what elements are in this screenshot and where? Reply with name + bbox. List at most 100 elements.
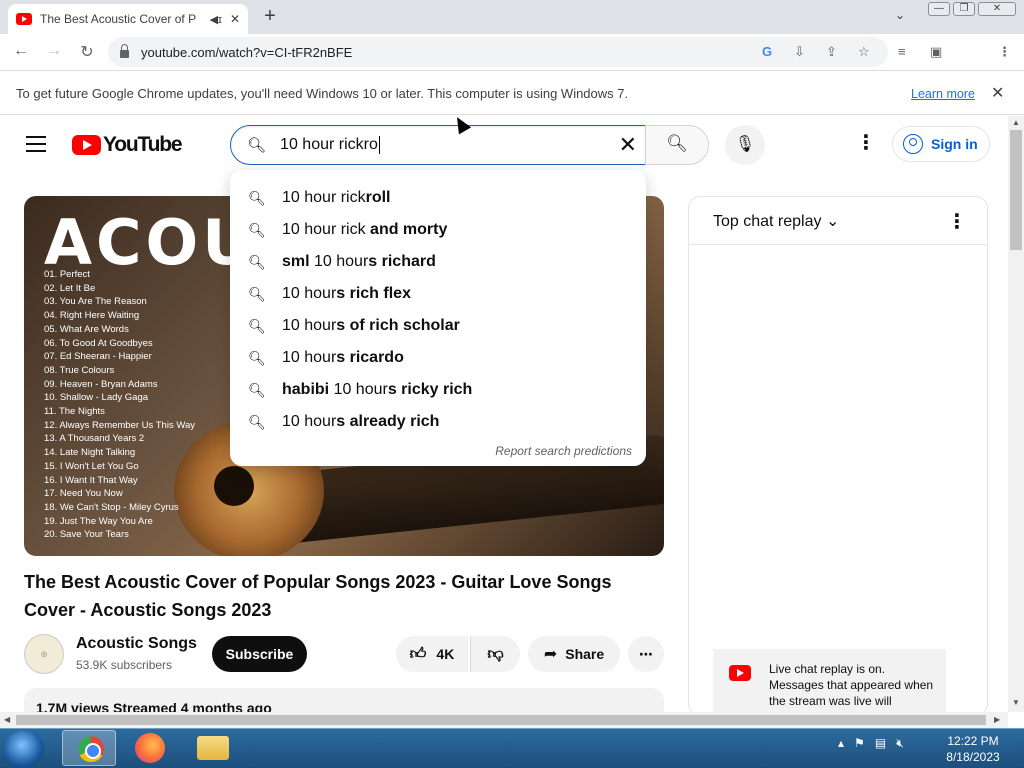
share-button[interactable]: ➦ Share [528, 636, 620, 672]
chat-menu-kebab-icon[interactable]: ⋮ [947, 209, 967, 234]
volume-muted-icon[interactable]: 🔇︎ [896, 736, 904, 750]
suggestion-item[interactable]: 🔍︎ 10 hour s rich flex [230, 278, 646, 310]
clock-time: 12:22 PM [947, 734, 999, 748]
scroll-up-icon[interactable]: ▲ [1012, 118, 1020, 127]
firefox-icon[interactable] [135, 733, 165, 763]
new-tab-button[interactable]: + [258, 5, 282, 29]
suggestion-item[interactable]: 🔍︎ habibi 10 hour s ricky rich [230, 374, 646, 406]
close-window-button[interactable]: ✕ [978, 2, 1016, 16]
account-icon [903, 134, 923, 154]
reload-button[interactable]: ↻ [76, 42, 98, 62]
suggestion-item[interactable]: 🔍︎ sml 10 hour s richard [230, 246, 646, 278]
subscriber-count: 53.9K subscribers [76, 658, 173, 672]
close-tab-icon[interactable]: ✕ [230, 12, 240, 26]
suggestion-item[interactable]: 🔍︎ 10 hour rick roll [230, 182, 646, 214]
search-icon: 🔍︎ [248, 253, 266, 270]
youtube-page: YouTube 🔍︎ 10 hour rickro ✕ 🔍︎ 🎙 ⋮ Sign … [0, 116, 1008, 712]
close-infobar-icon[interactable]: ✕ [991, 83, 1004, 103]
track-item: 20. Save Your Tears [44, 529, 129, 541]
thumbs-down-icon: 👎︎ [487, 645, 504, 663]
search-icon: 🔍︎ [248, 413, 266, 430]
search-icon: 🔍︎ [248, 381, 266, 398]
suggestion-item[interactable]: 🔍︎ 10 hour rick and morty [230, 214, 646, 246]
tab-search-chevron-icon[interactable]: ⌄ [895, 8, 905, 22]
speaker-icon[interactable]: ◀ɪ [210, 13, 222, 26]
infobar-message: To get future Google Chrome updates, you… [16, 86, 629, 101]
suggestion-item[interactable]: 🔍︎ 10 hour s of rich scholar [230, 310, 646, 342]
chat-header[interactable]: Top chat replay ⌄ [689, 197, 987, 245]
taskbar-clock[interactable]: 12:22 PM 8/18/2023 [935, 733, 1011, 765]
suggestion-completion: s rich flex [336, 285, 411, 302]
scroll-right-icon[interactable]: ▶ [994, 715, 1000, 724]
network-icon[interactable]: ▤ [875, 736, 886, 750]
suggestion-completion: s already rich [336, 413, 440, 430]
track-item: 16. I Want It That Way [44, 474, 138, 486]
track-item: 06. To Good At Goodbyes [44, 337, 153, 349]
clock-date: 8/18/2023 [946, 750, 1000, 764]
browser-tab[interactable]: The Best Acoustic Cover of P ◀ɪ ✕ [8, 4, 248, 34]
chat-mode-label[interactable]: Top chat replay [713, 213, 822, 230]
google-translate-icon[interactable]: G [762, 44, 772, 59]
file-explorer-icon[interactable] [197, 736, 229, 760]
suggestion-completion: s ricardo [336, 349, 404, 366]
channel-avatar[interactable]: ◎ [24, 634, 64, 674]
track-list: 01. Perfect 02. Let It Be 03. You Are The … [44, 268, 195, 542]
media-control-icon[interactable]: ≡ [898, 44, 906, 59]
dislike-button[interactable]: 👎︎ [470, 636, 520, 672]
like-button[interactable]: 👍︎ 4K [396, 636, 468, 672]
url-text[interactable]: youtube.com/watch?v=CI-tFR2nBFE [141, 45, 352, 60]
channel-name[interactable]: Acoustic Songs [76, 635, 197, 653]
suggestion-query: 10 hour [282, 285, 337, 302]
logo-text: YouTube [103, 133, 183, 156]
horizontal-scroll-thumb[interactable] [16, 715, 986, 725]
action-center-flag-icon[interactable]: ⚑ [854, 736, 865, 750]
chrome-menu-icon[interactable]: ⋮ [998, 44, 1011, 60]
suggestion-query: 10 hour rick [282, 221, 366, 238]
search-icon: 🔍︎ [248, 285, 266, 302]
side-panel-icon[interactable]: ▣ [930, 44, 942, 60]
back-button[interactable]: ← [10, 42, 32, 60]
search-value[interactable]: 10 hour rickro [280, 136, 378, 153]
sign-in-button[interactable]: Sign in [892, 126, 990, 162]
track-item: 04. Right Here Waiting [44, 310, 140, 322]
menu-hamburger-icon[interactable] [26, 136, 46, 152]
search-input[interactable]: 🔍︎ 10 hour rickro ✕ [230, 125, 646, 165]
more-actions-icon[interactable]: ⋯ [628, 636, 664, 672]
taskbar-chrome[interactable] [62, 730, 116, 766]
system-tray[interactable]: ▴ ⚑ ▤ 🔇︎ [838, 736, 904, 751]
settings-kebab-icon[interactable]: ⋮ [856, 132, 876, 154]
track-item: 14. Late Night Talking [44, 447, 136, 459]
voice-search-mic-icon[interactable]: 🎙 [725, 125, 765, 165]
forward-button[interactable]: → [43, 42, 65, 60]
track-item: 10. Shallow - Lady Gaga [44, 392, 149, 404]
install-app-icon[interactable]: ⇩ [794, 44, 805, 60]
scroll-down-icon[interactable]: ▼ [1012, 698, 1020, 707]
bookmark-star-icon[interactable]: ☆ [858, 44, 870, 60]
update-infobar: To get future Google Chrome updates, you… [0, 72, 1024, 115]
chevron-down-icon[interactable]: ⌄ [826, 213, 839, 230]
scroll-left-icon[interactable]: ◀ [4, 715, 10, 724]
track-item: 03. You Are The Reason [44, 296, 147, 308]
search-button[interactable]: 🔍︎ [645, 125, 709, 165]
share-page-icon[interactable]: ⇪ [826, 44, 837, 60]
start-button[interactable] [4, 730, 44, 768]
youtube-logo[interactable]: YouTube [72, 133, 183, 157]
minimize-button[interactable]: — [928, 2, 950, 16]
track-item: 13. A Thousand Years 2 [44, 433, 145, 445]
suggestion-item[interactable]: 🔍︎ 10 hour s already rich [230, 406, 646, 438]
track-item: 15. I Won't Let You Go [44, 460, 139, 472]
learn-more-link[interactable]: Learn more [911, 87, 975, 101]
suggestion-query: 10 hour [314, 253, 369, 270]
show-hidden-icons-icon[interactable]: ▴ [838, 736, 844, 750]
report-predictions-link[interactable]: Report search predictions [495, 444, 632, 458]
subscribe-button[interactable]: Subscribe [212, 636, 307, 672]
chat-replay-notice: Live chat replay is on. Messages that ap… [713, 649, 946, 712]
clear-search-icon[interactable]: ✕ [619, 132, 637, 158]
lock-icon[interactable] [120, 44, 129, 58]
restore-button[interactable]: ❐ [953, 2, 975, 16]
vertical-scroll-thumb[interactable] [1010, 130, 1022, 250]
description-box[interactable]: 1.7M views Streamed 4 months ago [24, 688, 664, 712]
suggestion-completion: s of rich scholar [336, 317, 460, 334]
suggestion-completion: roll [365, 189, 391, 206]
suggestion-item[interactable]: 🔍︎ 10 hour s ricardo [230, 342, 646, 374]
